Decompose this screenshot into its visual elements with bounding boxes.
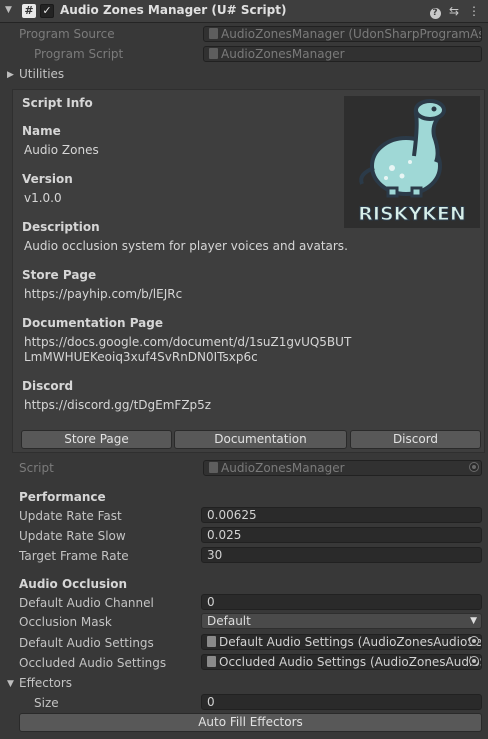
performance-header: Performance [19, 490, 106, 504]
logo-text: RISKYKEN [358, 203, 465, 225]
update-rate-fast-input[interactable]: 0.00625 [201, 507, 482, 523]
default-audio-channel-input[interactable]: 0 [201, 594, 482, 610]
version-value: v1.0.0 [24, 191, 62, 205]
documentation-button[interactable]: Documentation [174, 430, 347, 449]
enabled-checkbox[interactable]: ✓ [40, 4, 54, 18]
script-info-header: Script Info [22, 96, 93, 110]
documentation-value-line2: LmMWHUEKeoiq3xuf4SvRnDN0ITsxp6c [24, 350, 258, 364]
auto-fill-effectors-button[interactable]: Auto Fill Effectors [19, 713, 482, 732]
asset-icon [209, 28, 218, 39]
effectors-foldout-arrow-icon[interactable]: ▼ [7, 679, 14, 689]
utilities-foldout-arrow-icon[interactable]: ▶ [7, 70, 14, 80]
help-icon[interactable]: ? [428, 3, 442, 19]
default-audio-settings-label: Default Audio Settings [19, 636, 154, 650]
script-icon: # [22, 4, 36, 18]
name-value: Audio Zones [24, 143, 99, 157]
utilities-foldout[interactable]: Utilities [19, 67, 64, 81]
program-script-field: AudioZonesManager [203, 46, 482, 62]
script-file-icon [209, 462, 218, 473]
occlusion-mask-label: Occlusion Mask [19, 615, 112, 629]
update-rate-fast-label: Update Rate Fast [19, 509, 122, 523]
target-frame-rate-label: Target Frame Rate [19, 549, 129, 563]
riskyken-logo: RISKYKEN [344, 96, 480, 228]
update-rate-slow-label: Update Rate Slow [19, 529, 126, 543]
update-rate-slow-input[interactable]: 0.025 [201, 527, 482, 543]
object-picker-icon[interactable] [469, 636, 479, 646]
effectors-size-label: Size [34, 696, 59, 710]
audio-occlusion-header: Audio Occlusion [19, 577, 128, 591]
script-file-icon [209, 48, 218, 59]
asset-icon [207, 656, 216, 667]
default-audio-settings-field[interactable]: Default Audio Settings (AudioZonesAudioS… [201, 634, 482, 650]
description-label: Description [22, 220, 100, 234]
object-picker-icon[interactable] [469, 656, 479, 666]
version-label: Version [22, 172, 73, 186]
documentation-value-line1: https://docs.google.com/document/d/1suZ1… [24, 335, 352, 349]
occluded-audio-settings-field[interactable]: Occluded Audio Settings (AudioZonesAudio… [201, 654, 482, 670]
asset-icon [207, 636, 216, 647]
dinosaur-logo-icon: RISKYKEN [358, 99, 466, 226]
script-field: AudioZonesManager [203, 460, 482, 476]
occluded-audio-settings-label: Occluded Audio Settings [19, 656, 167, 670]
occlusion-mask-dropdown[interactable]: Default ▼ [201, 613, 482, 629]
default-audio-channel-label: Default Audio Channel [19, 596, 154, 610]
dropdown-arrow-icon: ▼ [470, 616, 477, 626]
store-page-value: https://payhip.com/b/lEJRc [24, 287, 183, 301]
component-header: ▼ # ✓ Audio Zones Manager (U# Script) ? … [0, 0, 488, 23]
store-page-button[interactable]: Store Page [21, 430, 172, 449]
target-frame-rate-input[interactable]: 30 [201, 547, 482, 563]
program-source-field: AudioZonesManager (UdonSharpProgramAs [203, 26, 482, 42]
object-picker-icon [469, 462, 479, 472]
name-label: Name [22, 124, 61, 138]
documentation-label: Documentation Page [22, 316, 163, 330]
menu-icon[interactable]: ⋮ [467, 3, 481, 19]
description-value: Audio occlusion system for player voices… [24, 239, 348, 253]
discord-value: https://discord.gg/tDgEmFZp5z [24, 398, 212, 412]
store-page-label: Store Page [22, 268, 97, 282]
effectors-size-input[interactable]: 0 [201, 694, 482, 710]
component-title: Audio Zones Manager (U# Script) [60, 3, 287, 17]
program-source-label: Program Source [19, 27, 115, 41]
program-script-label: Program Script [34, 47, 124, 61]
effectors-foldout[interactable]: Effectors [19, 676, 72, 690]
discord-label: Discord [22, 379, 74, 393]
discord-button[interactable]: Discord [350, 430, 481, 449]
collapse-arrow-icon[interactable]: ▼ [5, 5, 12, 15]
script-label: Script [19, 461, 54, 475]
preset-icon[interactable]: ⇆ [447, 3, 461, 19]
